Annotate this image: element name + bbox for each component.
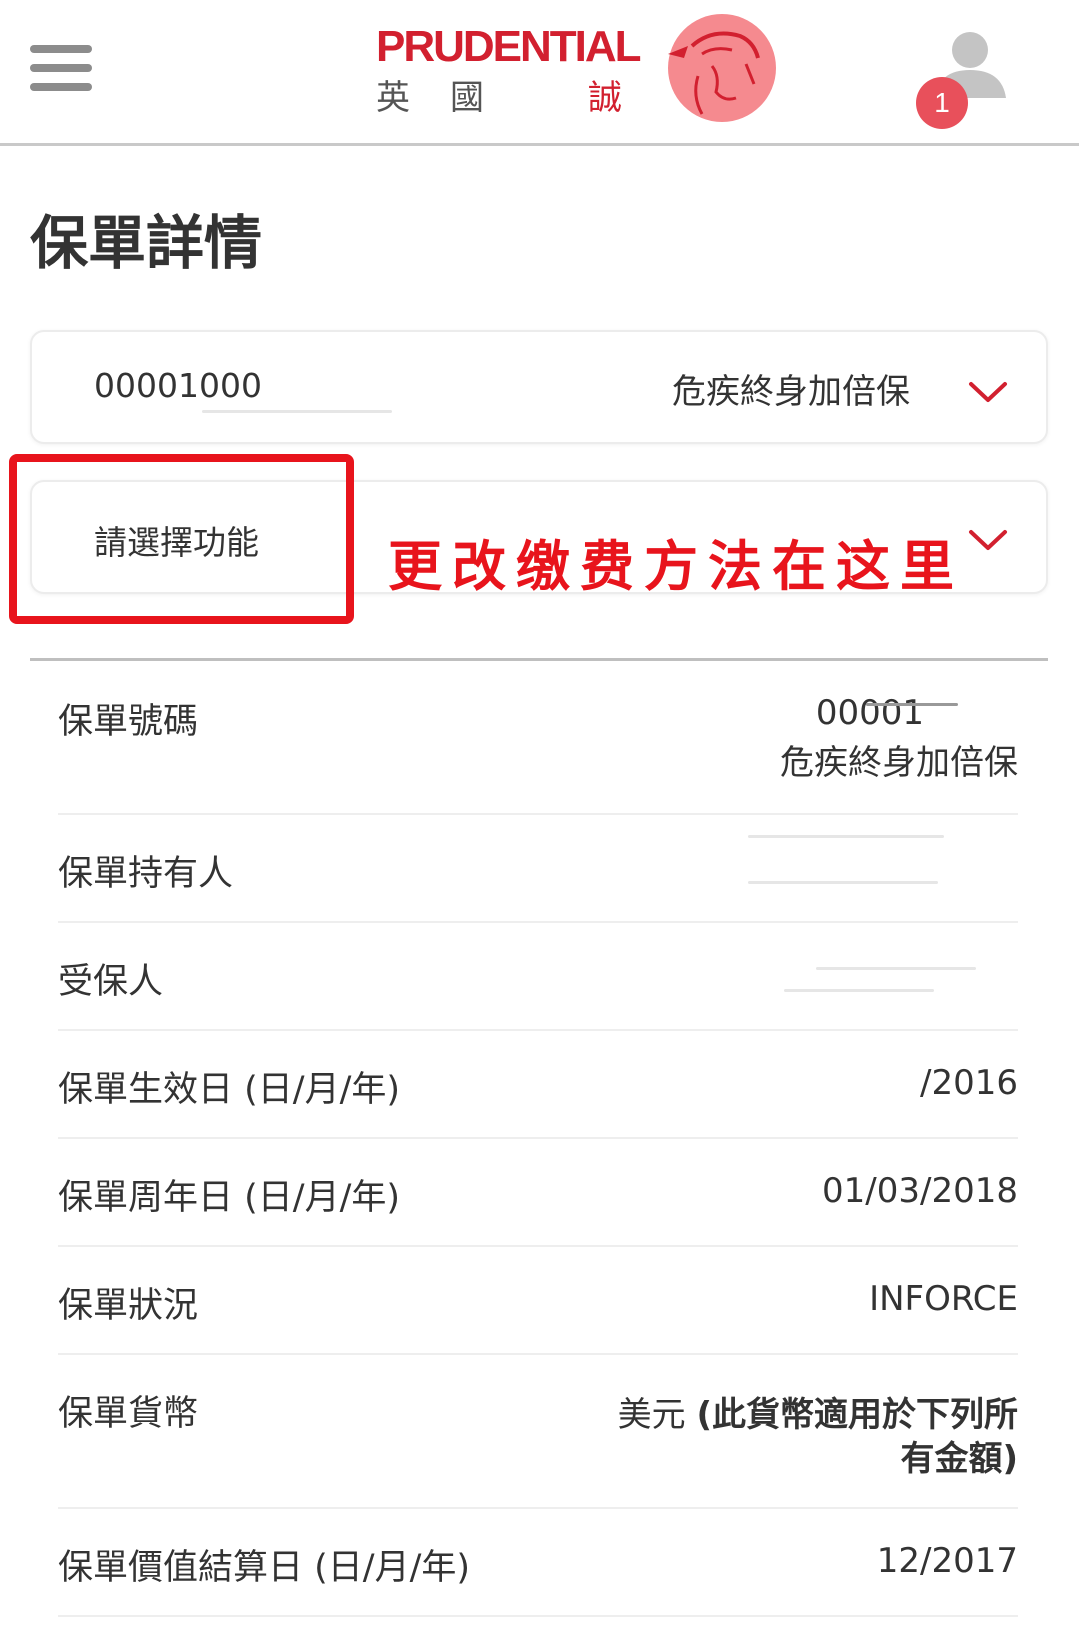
detail-row-value-settlement-date: 保單價值結算日 (日/月/年) 12/2017 — [58, 1509, 1018, 1617]
chevron-down-icon[interactable] — [968, 380, 1008, 404]
policy-detail-list: 保單號碼 00001 危疾終身加倍保 保單持有人 受保人 保單生效日 (日/月/… — [58, 661, 1018, 1617]
detail-label: 保單號碼 — [58, 702, 199, 742]
logo-sub-char-3: 誠 — [588, 78, 622, 118]
policy-select-product: 危疾終身加倍保 — [672, 372, 910, 412]
detail-label: 保單周年日 (日/月/年) — [58, 1178, 401, 1218]
status-value: INFORCE — [869, 1279, 1018, 1319]
detail-label: 保單生效日 (日/月/年) — [58, 1070, 401, 1110]
detail-row-policy-number: 保單號碼 00001 危疾終身加倍保 — [58, 661, 1018, 815]
detail-row-effective-date: 保單生效日 (日/月/年) /2016 — [58, 1031, 1018, 1139]
detail-label: 保單持有人 — [58, 854, 234, 894]
redaction-mark — [748, 881, 938, 884]
detail-label: 受保人 — [58, 962, 164, 1002]
chevron-down-icon[interactable] — [968, 528, 1008, 552]
detail-row-policy-currency: 保單貨幣 美元 (此貨幣適用於下列所 有金額) — [58, 1355, 1018, 1509]
redaction-mark — [816, 967, 976, 970]
redaction-mark — [866, 703, 958, 706]
page-title: 保單詳情 — [30, 209, 263, 277]
currency-note: (此貨幣適用於下列所 — [696, 1395, 1018, 1435]
detail-value: /2016 — [920, 1063, 1018, 1103]
detail-label: 保單狀況 — [58, 1286, 199, 1326]
menu-icon[interactable] — [30, 45, 92, 91]
detail-row-policy-holder: 保單持有人 — [58, 815, 1018, 923]
logo-sub-char-1: 英 — [376, 78, 410, 118]
notification-badge: 1 — [916, 77, 968, 129]
detail-row-insured: 受保人 — [58, 923, 1018, 1031]
annotation-highlight-box — [9, 454, 354, 624]
redaction-mark — [202, 410, 392, 413]
prudential-logo: PRUDENTIAL 英 國 誠 — [376, 6, 776, 136]
detail-value-line2: 危疾終身加倍保 — [780, 743, 1018, 783]
detail-label: 保單貨幣 — [58, 1394, 199, 1434]
logo-sub-char-2: 國 — [450, 78, 484, 118]
redaction-mark — [784, 989, 934, 992]
detail-value: 美元 (此貨幣適用於下列所 — [618, 1387, 1018, 1436]
detail-value: 12/2017 — [876, 1541, 1018, 1581]
detail-value: 00001 — [815, 693, 924, 733]
detail-row-policy-status: 保單狀況 INFORCE — [58, 1247, 1018, 1355]
detail-value: 01/03/2018 — [822, 1171, 1018, 1211]
logo-wordmark: PRUDENTIAL — [376, 22, 642, 71]
currency-note-line2: 有金額) — [900, 1439, 1018, 1479]
prudence-head-emblem-icon — [668, 14, 776, 122]
policy-select-dropdown[interactable]: 00001000 危疾終身加倍保 — [30, 330, 1048, 444]
user-account[interactable]: 1 — [916, 30, 1026, 129]
annotation-text: 更改缴费方法在这里 — [388, 535, 964, 598]
app-header: PRUDENTIAL 英 國 誠 1 — [0, 0, 1079, 146]
detail-value-line2: 有金額) — [900, 1431, 1018, 1480]
currency-value: 美元 — [617, 1395, 697, 1435]
detail-label: 保單價值結算日 (日/月/年) — [58, 1548, 471, 1588]
redaction-mark — [748, 835, 944, 838]
detail-row-anniversary-date: 保單周年日 (日/月/年) 01/03/2018 — [58, 1139, 1018, 1247]
policy-select-number: 00001000 — [94, 366, 262, 405]
